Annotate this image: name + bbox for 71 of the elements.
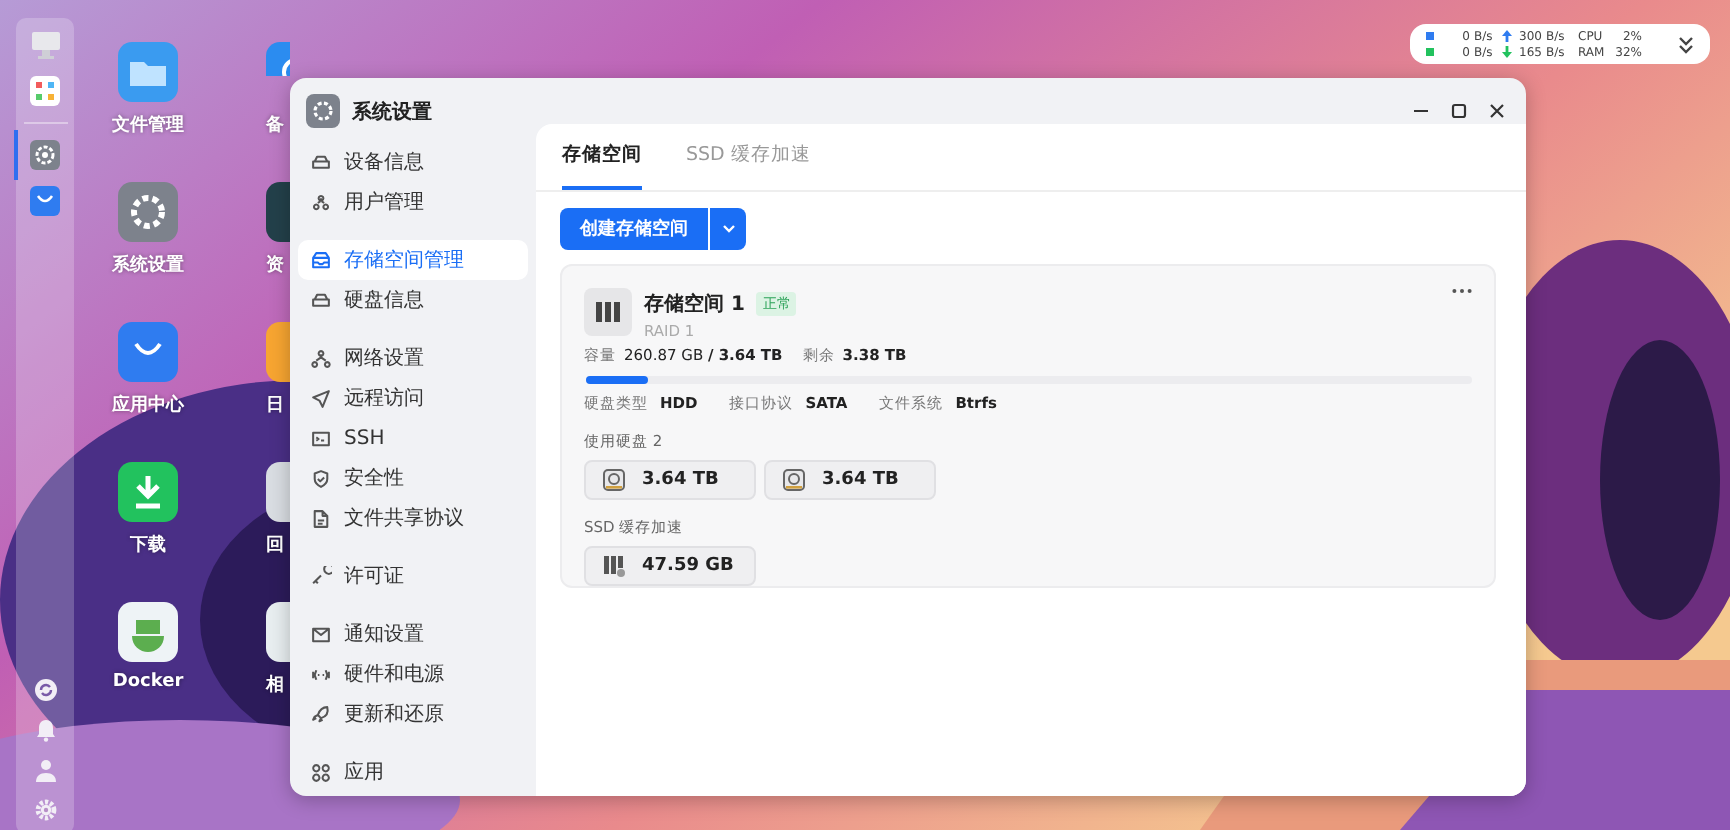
app-label: 下载 [130, 532, 166, 558]
sidebar-item[interactable]: 硬件和电源 [298, 654, 528, 694]
pool-name: 存储空间 1 [644, 291, 745, 318]
disk-chip[interactable]: 3.64 TB [584, 460, 756, 500]
more-icon[interactable] [1452, 288, 1472, 294]
disk-size: 3.64 TB [822, 470, 899, 490]
sidebar-item[interactable]: 网络设置 [298, 338, 528, 378]
file-icon [310, 507, 332, 529]
sidebar-item[interactable]: 远程访问 [298, 378, 528, 418]
app-label: 回 [266, 533, 284, 558]
chevron-icon[interactable] [1678, 35, 1694, 53]
device-icon [310, 151, 332, 173]
rocket-icon [310, 703, 332, 725]
create-storage-button[interactable]: 创建存储空间 [560, 208, 708, 250]
ssd-icon [602, 554, 626, 578]
disk-size: 47.59 GB [642, 556, 734, 576]
disk-chip[interactable]: 3.64 TB [764, 460, 936, 500]
window-title: 系统设置 [352, 99, 432, 125]
sidebar-item[interactable]: 许可证 [298, 556, 528, 596]
app-label: 应用中心 [112, 392, 184, 418]
bell-icon[interactable] [33, 718, 57, 742]
sidebar-item[interactable]: 用户管理 [298, 182, 528, 222]
sidebar-item[interactable]: 设备信息 [298, 142, 528, 182]
settings-icon[interactable] [33, 798, 57, 822]
key-icon [310, 565, 332, 587]
users-icon [310, 191, 332, 213]
user-icon[interactable] [33, 758, 57, 782]
sidebar-item[interactable]: 应用 [298, 752, 528, 792]
mail-icon [310, 623, 332, 645]
hard-drive-icon [782, 468, 806, 492]
sidebar-item[interactable]: SSH [298, 418, 528, 458]
app-icon[interactable] [266, 602, 290, 662]
maximize-icon[interactable] [1450, 102, 1468, 120]
app-icon[interactable] [118, 462, 178, 522]
disk-chip[interactable]: 47.59 GB [584, 546, 756, 586]
storage-icon [310, 249, 332, 271]
send-icon [310, 387, 332, 409]
close-icon[interactable] [1488, 102, 1506, 120]
app-grid-icon[interactable] [30, 76, 60, 106]
sidebar-item[interactable]: 存储空间管理 [298, 240, 528, 280]
sidebar-item[interactable]: 更新和还原 [298, 694, 528, 734]
app-label: 日 [266, 394, 284, 418]
tab[interactable]: 存储空间 [562, 124, 642, 190]
sidebar-item[interactable]: 硬盘信息 [298, 280, 528, 320]
terminal-icon [310, 427, 332, 449]
app-icon[interactable] [266, 462, 290, 522]
app-icon[interactable] [118, 602, 178, 662]
dropdown-button[interactable] [710, 208, 746, 250]
shield-icon [310, 467, 332, 489]
caret-icon [721, 224, 735, 234]
sidebar-item[interactable]: 文件共享协议 [298, 498, 528, 538]
disk-size: 3.64 TB [642, 470, 719, 490]
app-label: 系统设置 [112, 252, 184, 278]
app-label: 资 [266, 253, 284, 278]
app-label: 相 [266, 672, 284, 698]
app-label: 文件管理 [112, 112, 184, 138]
app-label: 备 [266, 113, 284, 138]
sync-icon[interactable] [33, 678, 57, 702]
storage-pool-icon [584, 288, 632, 336]
arrow-icon [1502, 46, 1512, 58]
gear-icon[interactable] [30, 140, 60, 170]
apps-icon [310, 761, 332, 783]
gear-icon [306, 94, 340, 128]
sidebar-item[interactable]: 通知设置 [298, 614, 528, 654]
arrow-icon [1502, 30, 1512, 42]
network-icon [310, 347, 332, 369]
app-label: Docker [112, 672, 184, 692]
store-icon[interactable] [30, 186, 60, 216]
hard-drive-icon [602, 468, 626, 492]
sidebar-item[interactable]: 安全性 [298, 458, 528, 498]
device-icon [310, 289, 332, 311]
